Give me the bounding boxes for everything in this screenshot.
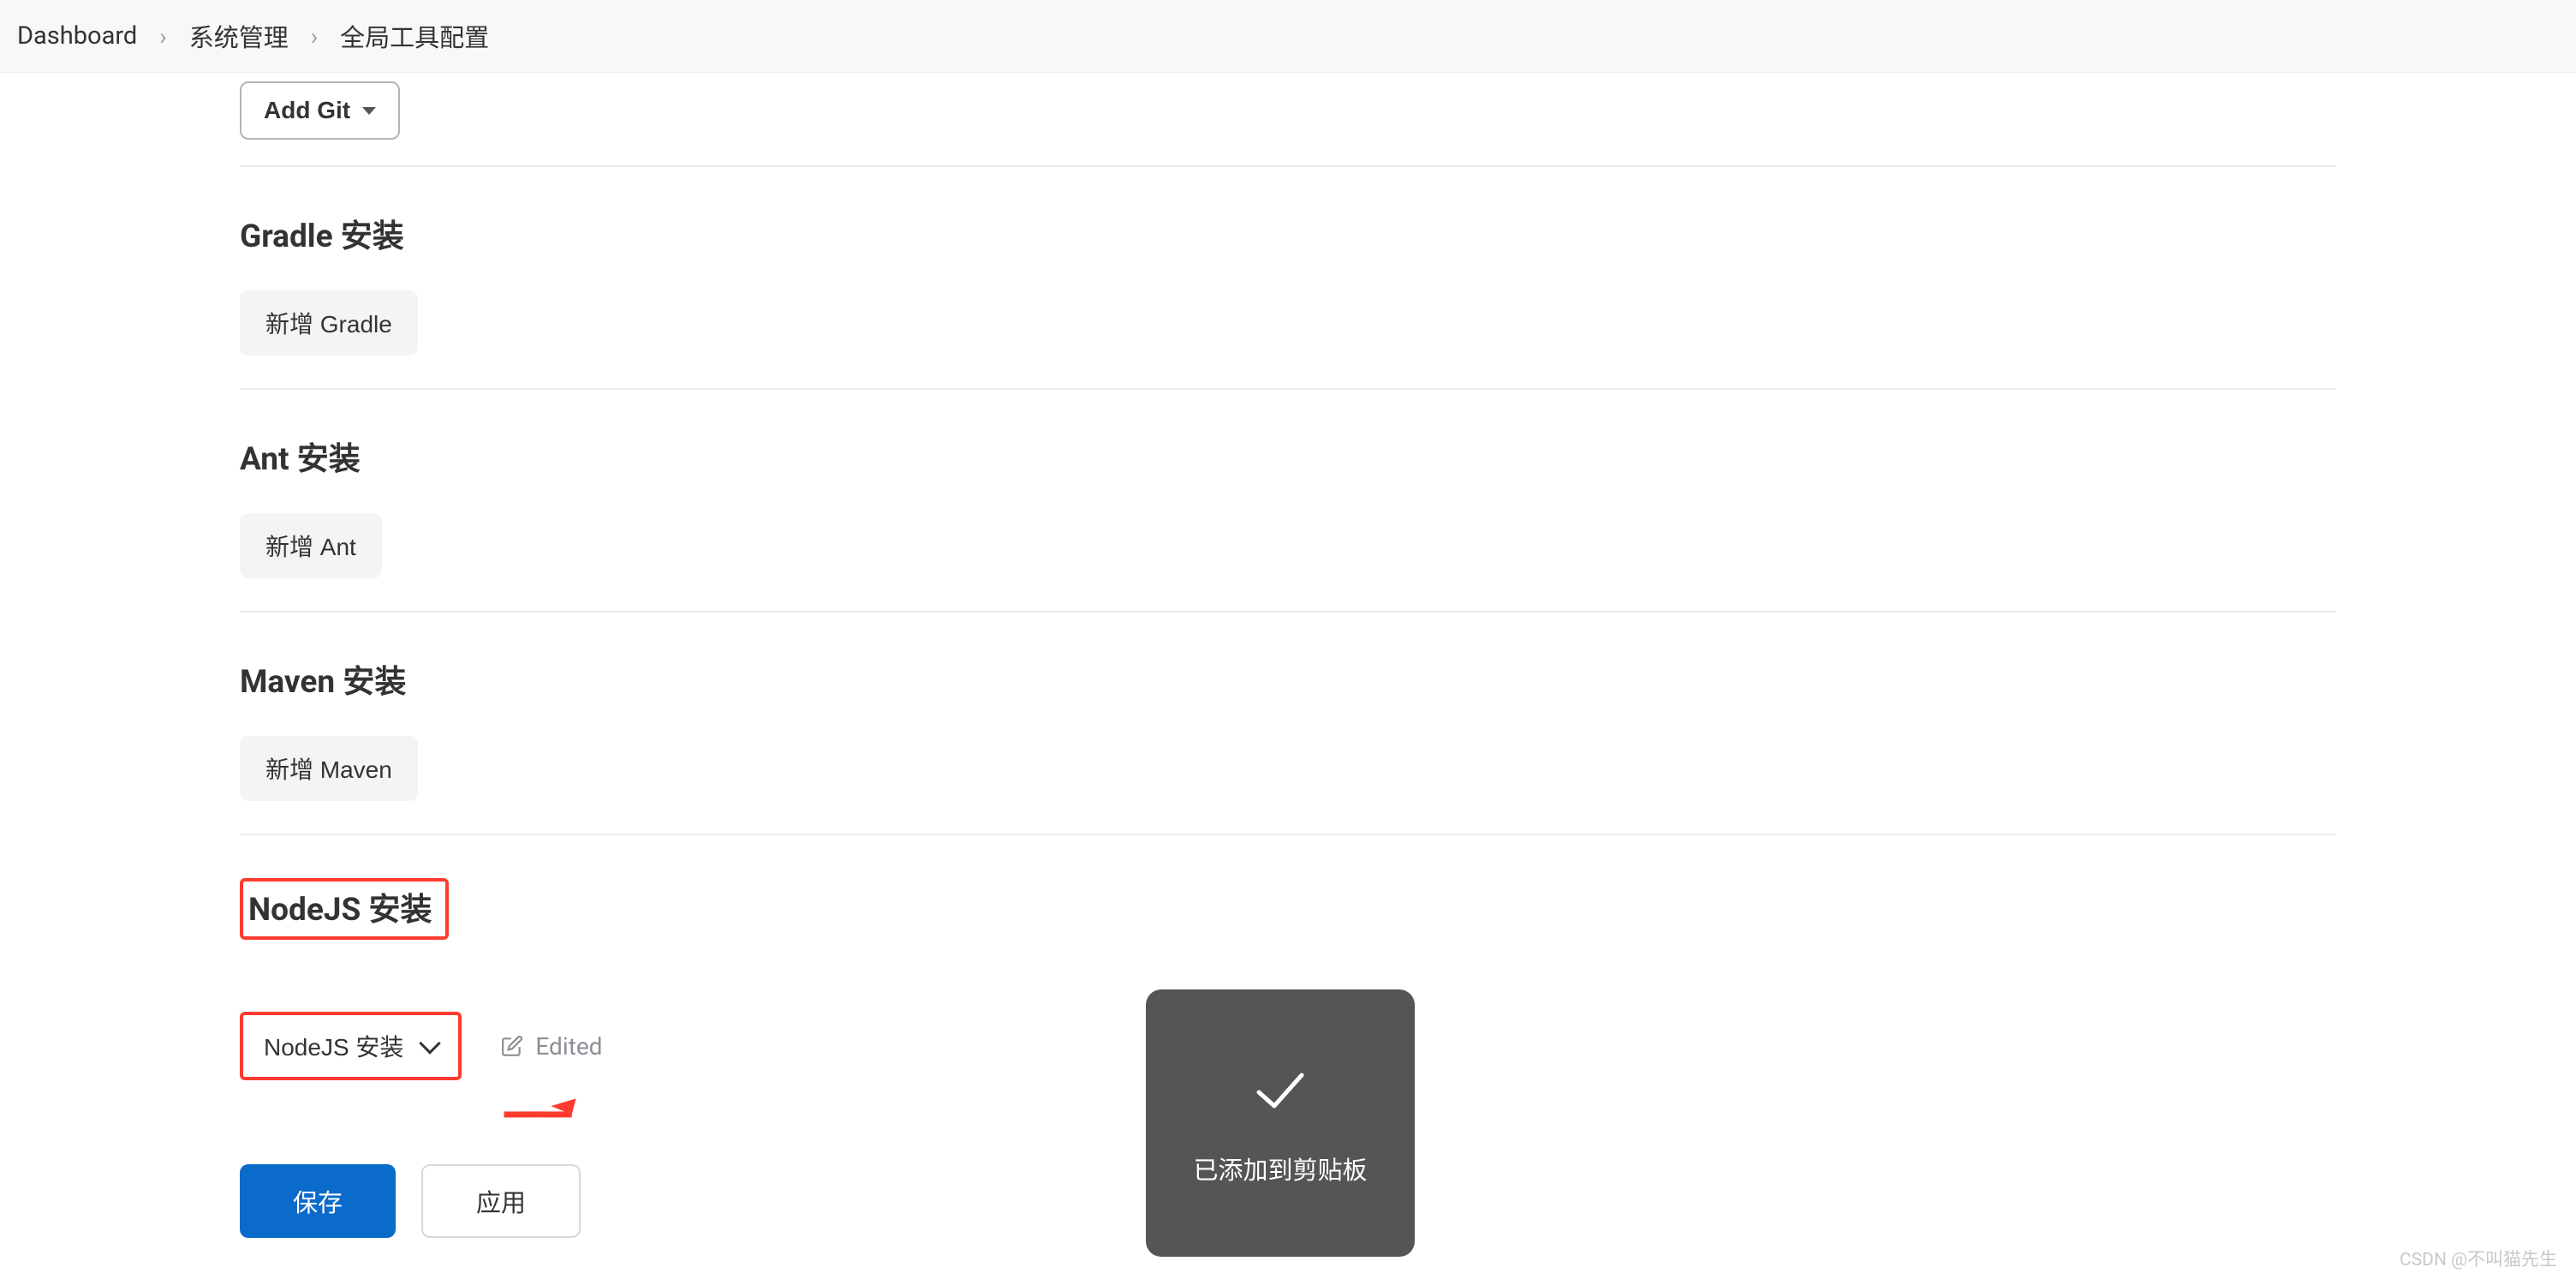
check-icon xyxy=(1250,1060,1310,1120)
save-button[interactable]: 保存 xyxy=(240,1164,396,1238)
maven-title: Maven 安装 xyxy=(240,655,2336,702)
toast-message: 已添加到剪贴板 xyxy=(1193,1151,1367,1186)
edited-indicator: Edited xyxy=(501,1032,602,1061)
nodejs-title: NodeJS 安装 xyxy=(248,892,432,929)
add-git-button[interactable]: Add Git xyxy=(240,81,400,140)
breadcrumb-global-tool-config[interactable]: 全局工具配置 xyxy=(340,18,489,54)
clipboard-toast: 已添加到剪贴板 xyxy=(1146,989,1415,1257)
nodejs-install-dropdown[interactable]: NodeJS 安装 xyxy=(240,1012,462,1080)
chevron-right-icon: › xyxy=(159,22,166,51)
maven-section: Maven 安装 新增 Maven xyxy=(240,613,2336,834)
edited-label: Edited xyxy=(535,1032,602,1061)
breadcrumb: Dashboard › 系统管理 › 全局工具配置 xyxy=(0,0,2576,73)
add-git-label: Add Git xyxy=(264,97,350,124)
breadcrumb-dashboard[interactable]: Dashboard xyxy=(17,21,137,51)
breadcrumb-system-manage[interactable]: 系统管理 xyxy=(189,18,289,54)
add-maven-button[interactable]: 新增 Maven xyxy=(240,736,418,801)
chevron-right-icon: › xyxy=(311,22,318,51)
add-ant-button[interactable]: 新增 Ant xyxy=(240,513,382,578)
nodejs-dropdown-label: NodeJS 安装 xyxy=(264,1029,403,1063)
chevron-down-icon xyxy=(420,1032,441,1054)
watermark: CSDN @不叫猫先生 xyxy=(2400,1246,2557,1271)
ant-title: Ant 安装 xyxy=(240,433,2336,479)
caret-down-icon xyxy=(362,107,376,115)
add-gradle-button[interactable]: 新增 Gradle xyxy=(240,290,418,356)
nodejs-title-highlight: NodeJS 安装 xyxy=(240,878,449,940)
gradle-section: Gradle 安装 新增 Gradle xyxy=(240,167,2336,388)
ant-section: Ant 安装 新增 Ant xyxy=(240,390,2336,611)
apply-button[interactable]: 应用 xyxy=(421,1164,581,1238)
edit-icon xyxy=(501,1035,523,1057)
gradle-title: Gradle 安装 xyxy=(240,210,2336,256)
